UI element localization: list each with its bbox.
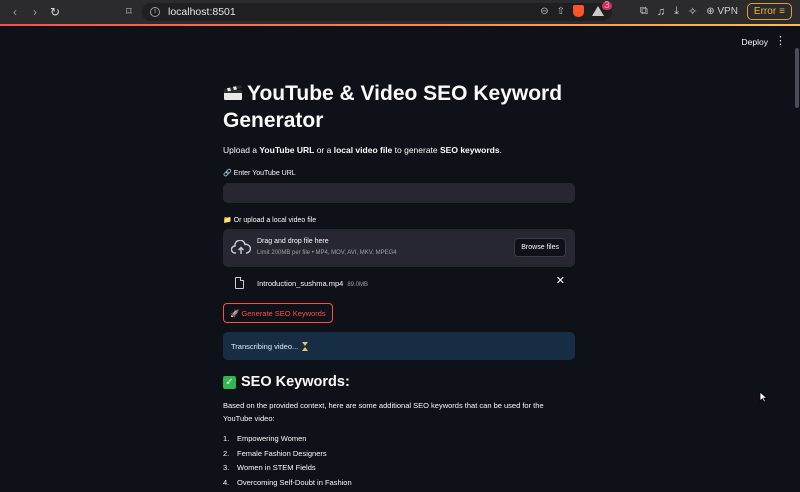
bookmark-icon[interactable]: ⌑ [126, 5, 132, 18]
error-label: Error [754, 6, 776, 17]
list-number: 3. [223, 463, 237, 478]
rewards-icon[interactable]: 3 [592, 6, 604, 16]
subtitle: Upload a YouTube URL or a local video fi… [223, 145, 575, 155]
url-text: localhost:8501 [168, 6, 236, 18]
main-content: YouTube & Video SEO Keyword Generator Up… [223, 80, 575, 492]
leo-ai-icon[interactable]: ✧ [688, 5, 697, 18]
keyword-text: Empowering Women [237, 434, 306, 449]
zoom-icon[interactable]: ⊖ [540, 6, 548, 17]
page-title-text: YouTube & Video SEO Keyword Generator [223, 82, 562, 132]
list-number: 4. [223, 478, 237, 492]
subtitle-bold: local video file [334, 145, 393, 155]
address-bar[interactable]: i localhost:8501 ⊖ ⇧ 3 [142, 3, 612, 21]
dropzone-limit: Limit 200MB per file • MP4, MOV, AVI, MK… [257, 250, 397, 256]
subtitle-text: or a [314, 145, 333, 155]
file-name: Introduction_sushma.mp4 89.0MB [257, 279, 368, 288]
share-icon[interactable]: ⇧ [557, 6, 565, 17]
media-icon[interactable]: ♫ [657, 6, 665, 18]
file-dropzone[interactable]: Drag and drop file here Limit 200MB per … [223, 229, 575, 267]
keywords-intro: Based on the provided context, here are … [223, 399, 575, 425]
back-icon[interactable]: ‹ [10, 6, 20, 18]
list-number: 1. [223, 434, 237, 449]
brave-shield-icon[interactable] [573, 5, 584, 17]
browse-files-button[interactable]: Browse files [514, 238, 566, 257]
status-text: Transcribing video... [231, 342, 298, 351]
extensions-icon[interactable]: ⧉ [640, 5, 648, 18]
scrollbar-thumb[interactable] [795, 48, 799, 108]
page-title: YouTube & Video SEO Keyword Generator [223, 80, 575, 134]
subtitle-bold: YouTube URL [259, 145, 314, 155]
dropzone-title: Drag and drop file here [257, 238, 329, 245]
list-item: 4.Overcoming Self-Doubt in Fashion [223, 478, 575, 492]
list-item: 1.Empowering Women [223, 434, 575, 449]
youtube-url-input[interactable] [223, 183, 575, 203]
hourglass-icon [302, 342, 309, 351]
deploy-button[interactable]: Deploy [742, 37, 768, 47]
vpn-label: VPN [717, 6, 738, 17]
menu-icon: ≡ [779, 6, 785, 17]
error-button[interactable]: Error≡ [747, 3, 792, 20]
keyword-text: Overcoming Self-Doubt in Fashion [237, 478, 352, 492]
check-icon: ✓ [223, 376, 236, 389]
nav-buttons: ‹ › ↻ [10, 6, 60, 18]
keywords-list: 1.Empowering Women 2.Female Fashion Desi… [223, 434, 575, 492]
file-size: 89.0MB [347, 282, 368, 288]
status-info-box: Transcribing video... [223, 332, 575, 360]
clapperboard-icon [223, 84, 243, 101]
subtitle-text: to generate [392, 145, 440, 155]
upload-label: 📁 Or upload a local video file [223, 216, 575, 224]
browser-toolbar: ‹ › ↻ ⌑ i localhost:8501 ⊖ ⇧ 3 ⧉ ♫ ⤓ ✧ ⊕… [0, 0, 800, 24]
file-name-text: Introduction_sushma.mp4 [257, 279, 343, 288]
reload-icon[interactable]: ↻ [50, 6, 60, 18]
vpn-button[interactable]: ⊕ VPN [706, 6, 738, 17]
keyword-text: Female Fashion Designers [237, 449, 327, 464]
generate-seo-keywords-button[interactable]: 🚀 Generate SEO Keywords [223, 303, 333, 323]
uploaded-file-row: Introduction_sushma.mp4 89.0MB ✕ [223, 271, 575, 297]
forward-icon[interactable]: › [30, 6, 40, 18]
download-icon[interactable]: ⤓ [674, 5, 679, 18]
list-number: 2. [223, 449, 237, 464]
streamlit-top-stripe [0, 24, 800, 26]
keywords-heading-text: SEO Keywords: [241, 374, 350, 390]
list-item: 2.Female Fashion Designers [223, 449, 575, 464]
subtitle-text: Upload a [223, 145, 259, 155]
keyword-text: Women in STEM Fields [237, 463, 316, 478]
main-menu-icon[interactable]: ⋮ [775, 36, 786, 47]
keywords-heading: ✓ SEO Keywords: [223, 374, 575, 390]
remove-file-icon[interactable]: ✕ [556, 276, 565, 287]
youtube-url-label: 🔗 Enter YouTube URL [223, 169, 575, 177]
scrollbar-track[interactable] [794, 46, 800, 478]
subtitle-bold: SEO keywords [440, 145, 500, 155]
list-item: 3.Women in STEM Fields [223, 463, 575, 478]
site-info-icon[interactable]: i [150, 7, 160, 17]
subtitle-text: . [500, 145, 502, 155]
file-icon [235, 277, 244, 289]
cloud-upload-icon [231, 240, 251, 255]
notification-badge: 3 [602, 2, 612, 10]
mouse-cursor-icon [759, 391, 768, 403]
